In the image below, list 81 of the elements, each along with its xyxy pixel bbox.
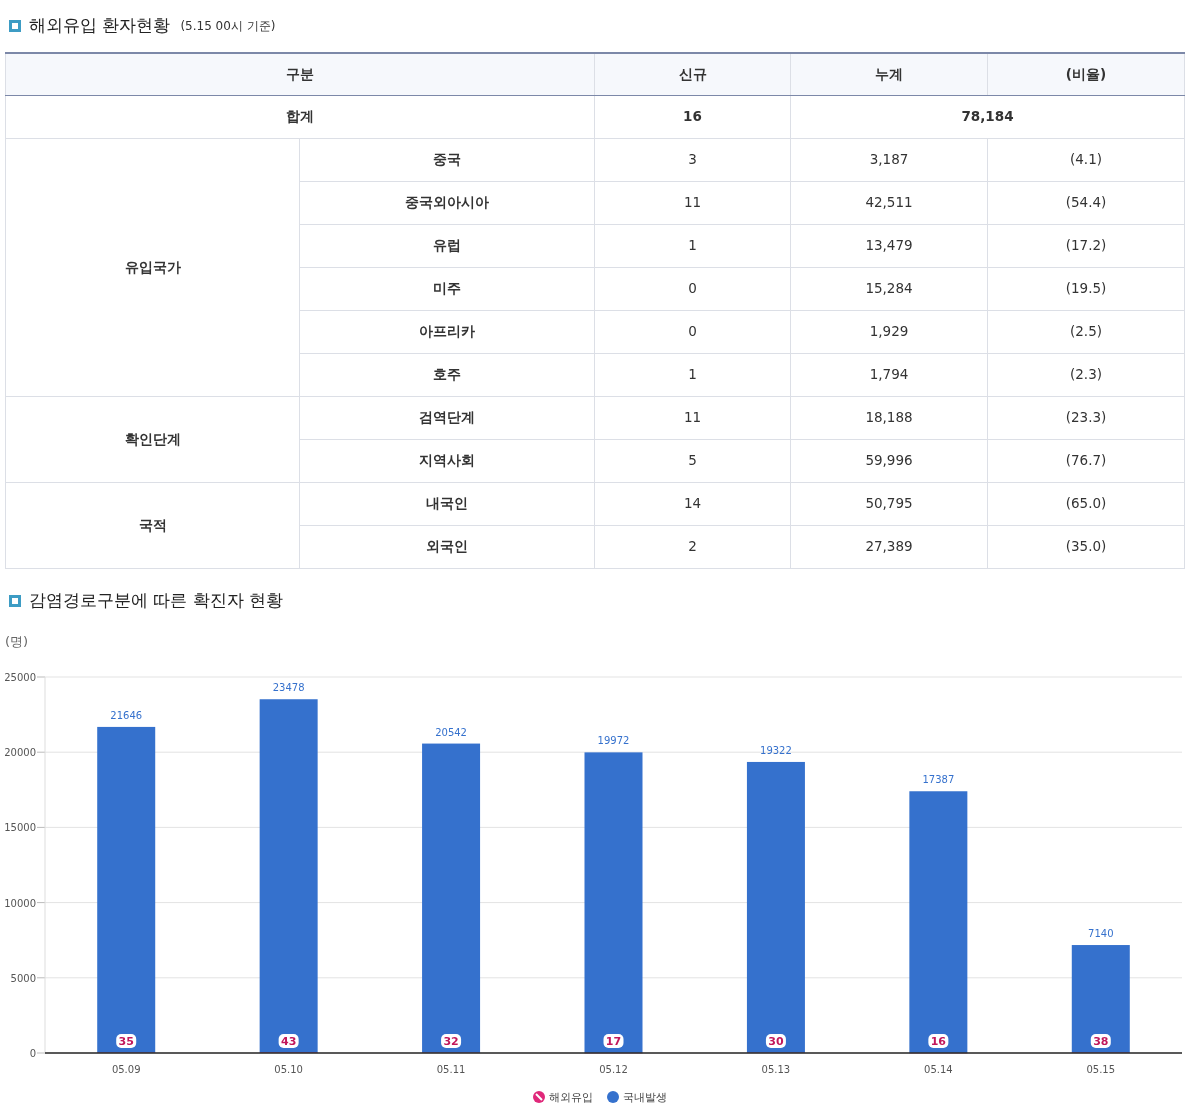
table-cell: 중국외아시아 xyxy=(299,181,595,224)
table-cell: 검역단계 xyxy=(299,396,595,439)
axis-tick-label: 20000 xyxy=(5,746,36,758)
data-label: 17387 xyxy=(922,773,955,785)
data-label: 20542 xyxy=(435,726,467,738)
table-cell: 합계 xyxy=(5,95,595,138)
axis-tick-label: 05.11 xyxy=(436,1063,466,1075)
table-cell: 아프리카 xyxy=(299,310,595,353)
table-cell: (76.7) xyxy=(987,439,1185,482)
table-cell: 지역사회 xyxy=(299,439,595,482)
table-cell: 1,794 xyxy=(790,353,988,396)
table-cell: (17.2) xyxy=(987,224,1185,267)
data-label: 19972 xyxy=(597,734,630,746)
table-cell: (65.0) xyxy=(987,482,1185,525)
axis-tick-label: 0 xyxy=(29,1047,36,1059)
data-label: 19322 xyxy=(760,744,792,756)
table-cell: 1 xyxy=(594,224,791,267)
column-header: 누계 xyxy=(790,53,988,95)
axis-tick-label: 5000 xyxy=(10,972,36,984)
table-cell: (23.3) xyxy=(987,396,1185,439)
table-cell: 유럽 xyxy=(299,224,595,267)
table-cell: 1,929 xyxy=(790,310,988,353)
table-cell: (2.3) xyxy=(987,353,1185,396)
data-label: 16 xyxy=(930,1034,946,1048)
table-cell: (2.5) xyxy=(987,310,1185,353)
table-cell: 호주 xyxy=(299,353,595,396)
table-cell: 미주 xyxy=(299,267,595,310)
table-cell: (35.0) xyxy=(987,525,1185,568)
table-cell: 42,511 xyxy=(790,181,988,224)
axis-tick-label: 05.12 xyxy=(599,1063,628,1075)
legend-label: 국내발생 xyxy=(623,1090,667,1104)
table-cell: 중국 xyxy=(299,138,595,181)
table-cell: 0 xyxy=(594,310,791,353)
table-cell: 27,389 xyxy=(790,525,988,568)
axis-tick-label: 05.15 xyxy=(1086,1063,1116,1075)
data-label: 7140 xyxy=(1088,927,1114,939)
axis-tick-label: 25000 xyxy=(5,671,36,683)
data-label: 38 xyxy=(1093,1034,1109,1048)
table-cell: 15,284 xyxy=(790,267,988,310)
table-cell: 59,996 xyxy=(790,439,988,482)
data-label: 43 xyxy=(281,1034,297,1048)
data-label: 35 xyxy=(118,1034,134,1048)
table-cell: 11 xyxy=(594,181,791,224)
axis-tick-label: 05.13 xyxy=(761,1063,791,1075)
data-label: 23478 xyxy=(272,681,305,693)
data-label: 17 xyxy=(605,1034,622,1048)
data-label: 32 xyxy=(443,1034,459,1048)
table-cell: 13,479 xyxy=(790,224,988,267)
table-cell: 18,188 xyxy=(790,396,988,439)
table-cell: 유입국가 xyxy=(5,138,300,396)
axis-tick-label: 15000 xyxy=(5,821,36,833)
section-note: (5.15 00시 기준) xyxy=(180,18,276,35)
axis-tick-label: 05.10 xyxy=(274,1063,303,1075)
column-header: (비율) xyxy=(987,53,1185,95)
table-cell: 0 xyxy=(594,267,791,310)
axis-tick-label: 05.09 xyxy=(111,1063,141,1075)
data-label: 21646 xyxy=(110,709,143,721)
table-cell: 1 xyxy=(594,353,791,396)
table-cell: (19.5) xyxy=(987,267,1185,310)
table-cell: 3 xyxy=(594,138,791,181)
table-cell: (4.1) xyxy=(987,138,1185,181)
section-title: 감염경로구분에 따른 확진자 현황 xyxy=(29,588,284,612)
axis-label: (명) xyxy=(5,633,29,649)
table-cell: 2 xyxy=(594,525,791,568)
table-cell: 확인단계 xyxy=(5,396,300,482)
legend-label: 해외유입 xyxy=(549,1090,593,1104)
column-header: 구분 xyxy=(5,53,595,95)
table-cell: 내국인 xyxy=(299,482,595,525)
table-cell: 3,187 xyxy=(790,138,988,181)
table-cell: 11 xyxy=(594,396,791,439)
table-cell: 국적 xyxy=(5,482,300,568)
section-title: 해외유입 환자현황 xyxy=(29,14,171,38)
table-cell: 5 xyxy=(594,439,791,482)
table-cell: 50,795 xyxy=(790,482,988,525)
axis-tick-label: 10000 xyxy=(5,897,36,909)
table-cell: (54.4) xyxy=(987,181,1185,224)
axis-tick-label: 05.14 xyxy=(924,1063,953,1075)
column-header: 신규 xyxy=(594,53,791,95)
table-cell: 14 xyxy=(594,482,791,525)
data-label: 30 xyxy=(768,1034,784,1048)
table-cell: 외국인 xyxy=(299,525,595,568)
